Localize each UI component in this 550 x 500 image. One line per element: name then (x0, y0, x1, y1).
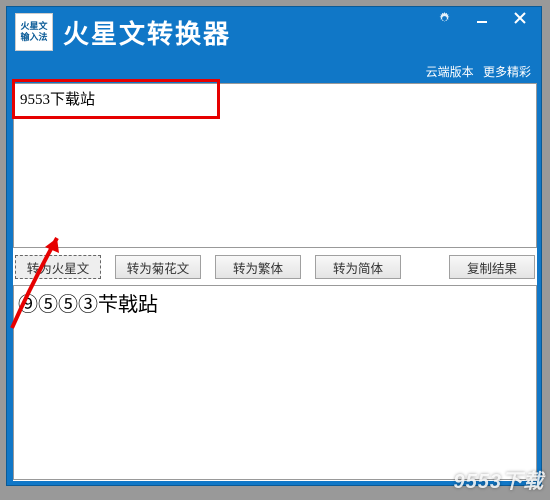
close-icon (514, 12, 526, 24)
app-window: 火星文 输入法 火星文转换器 云端版本 更多精彩 (6, 6, 542, 486)
meta-links: 云端版本 更多精彩 (420, 63, 531, 80)
button-row: 转为火星文 转为菊花文 转为繁体 转为简体 复制结果 (15, 255, 535, 279)
close-button[interactable] (501, 7, 539, 29)
app-icon: 火星文 输入法 (15, 13, 53, 51)
cloud-version-link[interactable]: 云端版本 (426, 65, 474, 79)
convert-simplified-button[interactable]: 转为简体 (315, 255, 401, 279)
body-area: 转为火星文 转为菊花文 转为繁体 转为简体 复制结果 ⑨⑤⑤③芐戟跕 (13, 83, 537, 481)
titlebar: 火星文 输入法 火星文转换器 (7, 7, 541, 57)
convert-juhua-button[interactable]: 转为菊花文 (115, 255, 201, 279)
watermark: 9553下载 (454, 465, 545, 494)
output-textarea[interactable]: ⑨⑤⑤③芐戟跕 (13, 285, 537, 480)
minimize-button[interactable] (463, 7, 501, 29)
convert-traditional-button[interactable]: 转为繁体 (215, 255, 301, 279)
app-icon-line1: 火星文 (20, 21, 47, 32)
app-icon-line2: 输入法 (20, 32, 47, 43)
app-title: 火星文转换器 (63, 14, 231, 51)
convert-mars-button[interactable]: 转为火星文 (15, 255, 101, 279)
window-controls (425, 7, 539, 29)
minimize-icon (476, 12, 488, 24)
settings-button[interactable] (425, 7, 463, 29)
copy-result-button[interactable]: 复制结果 (449, 255, 535, 279)
gear-icon (438, 12, 451, 25)
input-textarea[interactable] (13, 83, 537, 248)
more-link[interactable]: 更多精彩 (483, 65, 531, 79)
